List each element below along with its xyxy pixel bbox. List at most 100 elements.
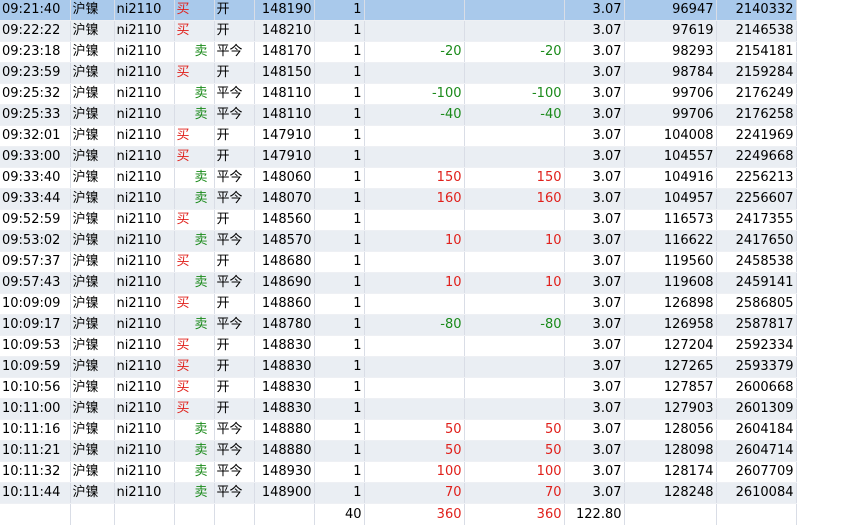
instrument-name-cell: 沪镍 — [70, 272, 115, 294]
float-profit-cell — [464, 356, 565, 378]
trade-qty-cell: 1 — [314, 41, 365, 63]
total-pl1-cell: 360 — [364, 503, 465, 525]
table-row[interactable]: 10:11:16 沪镍 ni2110 卖平今 148880 1 50 50 3.07 128056… — [0, 419, 797, 441]
offset-flag-cell: 开 — [214, 377, 255, 399]
table-row[interactable]: 10:11:21 沪镍 ni2110 卖平今 148880 1 50 50 3.07 128098… — [0, 440, 797, 462]
offset-flag-cell: 平今 — [214, 41, 255, 63]
commission-cell: 3.07 — [564, 20, 625, 42]
trade-price-cell: 148830 — [254, 356, 315, 378]
trade-id-cell: 2600668 — [716, 377, 797, 399]
trade-seq-cell: 116573 — [624, 209, 717, 231]
table-row[interactable]: 09:57:37 沪镍 ni2110 买开 148680 1 3.07 119560 24585… — [0, 251, 797, 273]
table-row[interactable]: 09:25:32 沪镍 ni2110 卖平今 148110 1 -100 -100 3.07 99… — [0, 83, 797, 105]
table-row[interactable]: 10:09:59 沪镍 ni2110 买开 148830 1 3.07 127265 25933… — [0, 356, 797, 378]
table-row[interactable]: 09:23:18 沪镍 ni2110 卖平今 148170 1 -20 -20 3.07 9829… — [0, 41, 797, 63]
trade-id-cell: 2176258 — [716, 104, 797, 126]
commission-cell: 3.07 — [564, 293, 625, 315]
table-row[interactable]: 10:11:00 沪镍 ni2110 买开 148830 1 3.07 127903 26013… — [0, 398, 797, 420]
instrument-code-cell: ni2110 — [114, 20, 175, 42]
instrument-name-cell: 沪镍 — [70, 293, 115, 315]
table-row[interactable]: 10:09:53 沪镍 ni2110 买开 148830 1 3.07 127204 25923… — [0, 335, 797, 357]
trade-price-cell: 148110 — [254, 83, 315, 105]
table-row[interactable]: 09:22:22 沪镍 ni2110 买开 148210 1 3.07 97619 214653… — [0, 20, 797, 42]
trade-time-cell: 09:57:37 — [0, 251, 71, 273]
trade-seq-cell: 128056 — [624, 419, 717, 441]
instrument-code-cell: ni2110 — [114, 293, 175, 315]
commission-cell: 3.07 — [564, 41, 625, 63]
trade-id-cell: 2146538 — [716, 20, 797, 42]
table-row[interactable]: 10:11:44 沪镍 ni2110 卖平今 148900 1 70 70 3.07 128248… — [0, 482, 797, 504]
table-row[interactable]: 09:33:44 沪镍 ni2110 卖平今 148070 1 160 160 3.07 1049… — [0, 188, 797, 210]
commission-cell: 3.07 — [564, 440, 625, 462]
direction-cell: 买 — [174, 146, 215, 168]
float-profit-cell: 10 — [464, 230, 565, 252]
float-profit-cell: 100 — [464, 461, 565, 483]
offset-flag-cell: 开 — [214, 146, 255, 168]
close-profit-cell: -20 — [364, 41, 465, 63]
trade-seq-cell: 99706 — [624, 83, 717, 105]
table-row[interactable]: 09:21:40 沪镍 ni2110 买开 148190 1 3.07 96947 214033… — [0, 0, 797, 21]
direction-cell: 买 — [174, 62, 215, 84]
trade-id-cell: 2601309 — [716, 398, 797, 420]
trade-id-cell: 2159284 — [716, 62, 797, 84]
instrument-name-cell: 沪镍 — [70, 251, 115, 273]
table-row[interactable]: 09:32:01 沪镍 ni2110 买开 147910 1 3.07 104008 22419… — [0, 125, 797, 147]
offset-flag-cell: 开 — [214, 251, 255, 273]
trade-seq-cell: 99706 — [624, 104, 717, 126]
direction-cell: 买 — [174, 209, 215, 231]
trade-time-cell: 09:32:01 — [0, 125, 71, 147]
direction-cell: 卖 — [174, 104, 215, 126]
commission-cell: 3.07 — [564, 335, 625, 357]
trade-price-cell: 148110 — [254, 104, 315, 126]
table-row[interactable]: 10:11:32 沪镍 ni2110 卖平今 148930 1 100 100 3.07 1281… — [0, 461, 797, 483]
close-profit-cell — [364, 62, 465, 84]
trade-seq-cell: 127204 — [624, 335, 717, 357]
close-profit-cell: 50 — [364, 440, 465, 462]
commission-cell: 3.07 — [564, 209, 625, 231]
commission-cell: 3.07 — [564, 188, 625, 210]
float-profit-cell — [464, 209, 565, 231]
offset-flag-cell: 开 — [214, 0, 255, 21]
instrument-name-cell: 沪镍 — [70, 356, 115, 378]
trade-id-cell: 2593379 — [716, 356, 797, 378]
trade-seq-cell: 98293 — [624, 41, 717, 63]
instrument-name-cell: 沪镍 — [70, 482, 115, 504]
instrument-code-cell: ni2110 — [114, 62, 175, 84]
instrument-code-cell: ni2110 — [114, 83, 175, 105]
float-profit-cell — [464, 293, 565, 315]
instrument-code-cell: ni2110 — [114, 272, 175, 294]
instrument-name-cell: 沪镍 — [70, 62, 115, 84]
table-row[interactable]: 09:25:33 沪镍 ni2110 卖平今 148110 1 -40 -40 3.07 9970… — [0, 104, 797, 126]
trade-id-cell: 2417650 — [716, 230, 797, 252]
trade-seq-cell: 104957 — [624, 188, 717, 210]
trade-seq-cell: 97619 — [624, 20, 717, 42]
trade-price-cell: 148150 — [254, 62, 315, 84]
table-row[interactable]: 09:33:00 沪镍 ni2110 买开 147910 1 3.07 104557 22496… — [0, 146, 797, 168]
table-row[interactable]: 10:10:56 沪镍 ni2110 买开 148830 1 3.07 127857 26006… — [0, 377, 797, 399]
instrument-code-cell: ni2110 — [114, 440, 175, 462]
trade-id-cell: 2256607 — [716, 188, 797, 210]
offset-flag-cell: 平今 — [214, 314, 255, 336]
trade-qty-cell: 1 — [314, 356, 365, 378]
table-row[interactable]: 09:23:59 沪镍 ni2110 买开 148150 1 3.07 98784 215928… — [0, 62, 797, 84]
trade-records-table: 09:21:40 沪镍 ni2110 买开 148190 1 3.07 96947 214033… — [0, 0, 797, 525]
trade-time-cell: 09:25:32 — [0, 83, 71, 105]
instrument-code-cell: ni2110 — [114, 356, 175, 378]
totals-row: 40 360 360 122.80 — [0, 503, 797, 525]
float-profit-cell: -40 — [464, 104, 565, 126]
direction-cell: 买 — [174, 293, 215, 315]
table-row[interactable]: 10:09:17 沪镍 ni2110 卖平今 148780 1 -80 -80 3.07 1269… — [0, 314, 797, 336]
table-row[interactable]: 09:33:40 沪镍 ni2110 卖平今 148060 1 150 150 3.07 1049… — [0, 167, 797, 189]
table-row[interactable]: 09:52:59 沪镍 ni2110 买开 148560 1 3.07 116573 24173… — [0, 209, 797, 231]
table-row[interactable]: 10:09:09 沪镍 ni2110 买开 148860 1 3.07 126898 25868… — [0, 293, 797, 315]
float-profit-cell: 160 — [464, 188, 565, 210]
float-profit-cell: -80 — [464, 314, 565, 336]
trade-qty-cell: 1 — [314, 230, 365, 252]
offset-flag-cell: 开 — [214, 398, 255, 420]
trade-qty-cell: 1 — [314, 83, 365, 105]
table-row[interactable]: 09:57:43 沪镍 ni2110 卖平今 148690 1 10 10 3.07 119608… — [0, 272, 797, 294]
table-row[interactable]: 09:53:02 沪镍 ni2110 卖平今 148570 1 10 10 3.07 116622… — [0, 230, 797, 252]
instrument-code-cell: ni2110 — [114, 461, 175, 483]
instrument-name-cell: 沪镍 — [70, 83, 115, 105]
instrument-code-cell: ni2110 — [114, 104, 175, 126]
